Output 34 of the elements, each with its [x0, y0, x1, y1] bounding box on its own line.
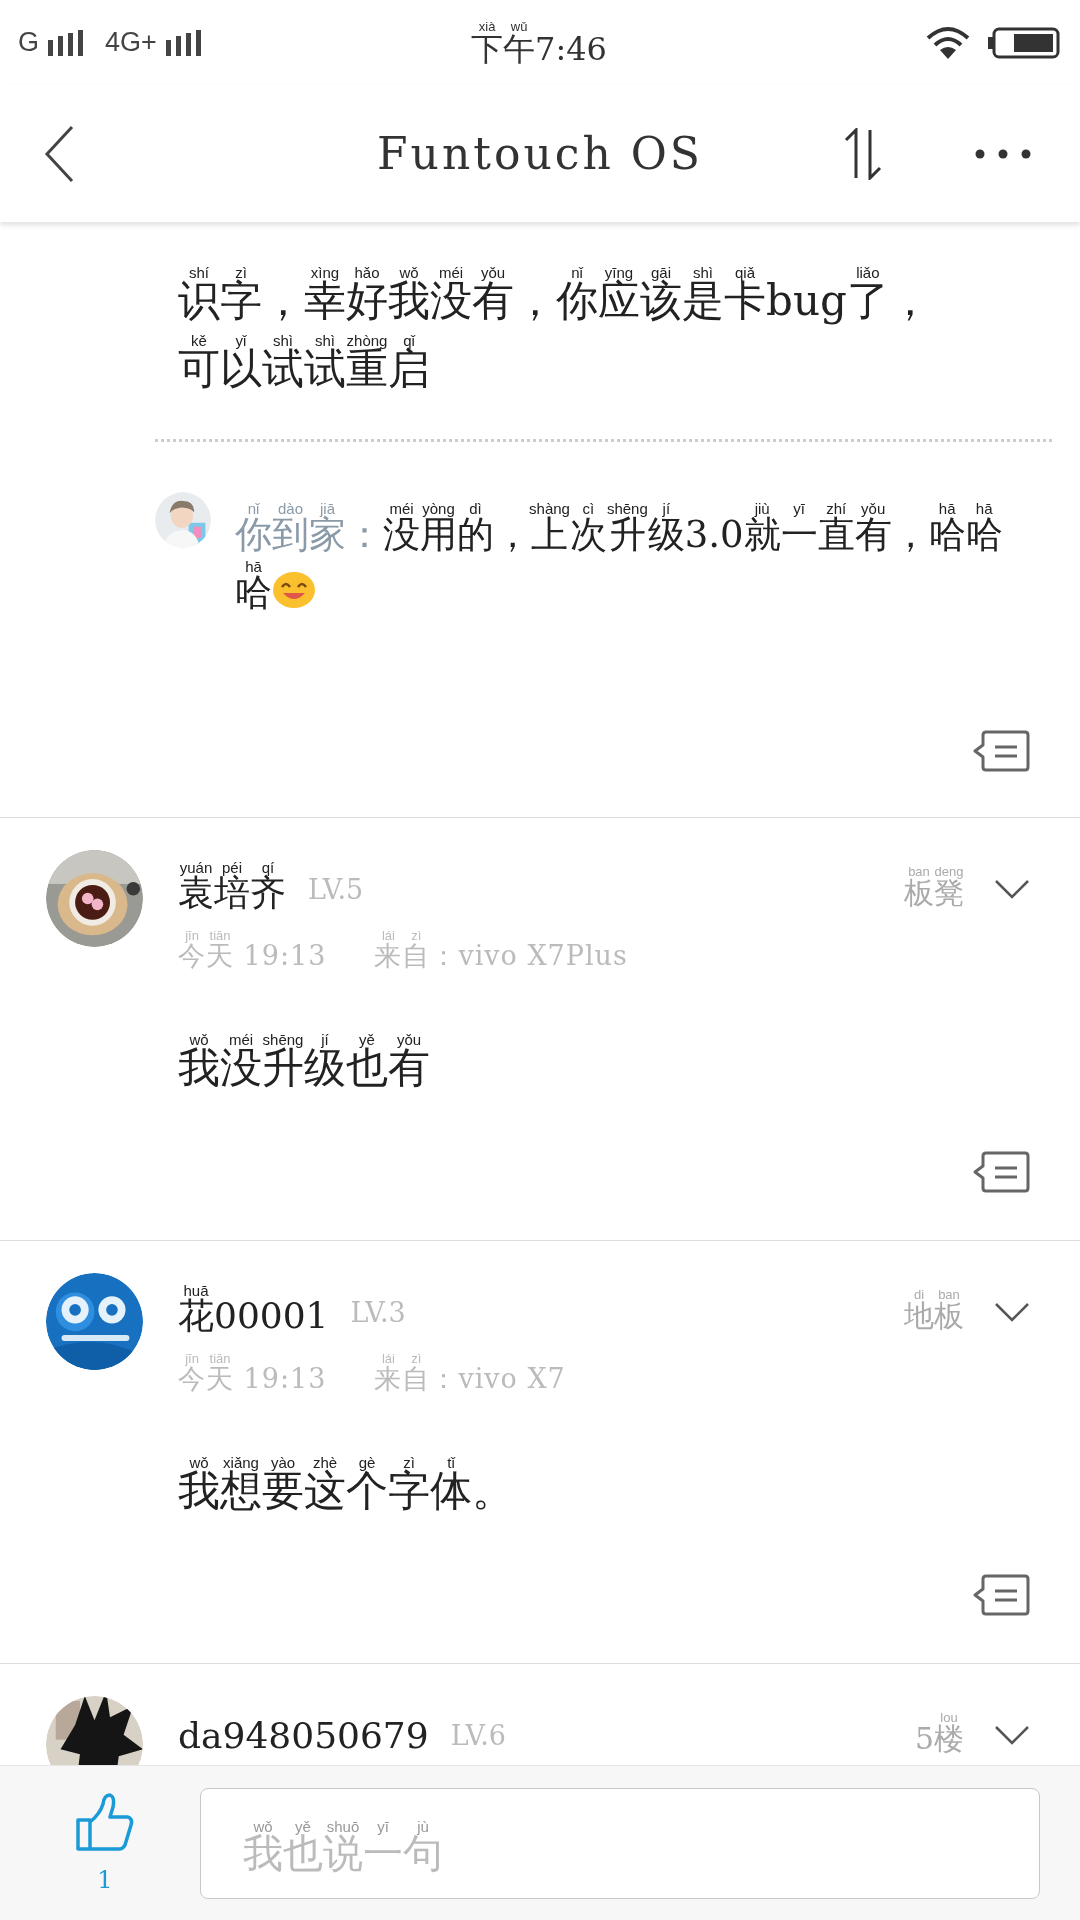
post-source: 来 lái 自 zì ：vivo X7Plus — [374, 929, 628, 973]
wifi-icon — [926, 25, 970, 60]
network-label: 4G+ — [105, 27, 157, 58]
post-time: 今 jīn 天 tiān 19:13 — [178, 929, 327, 973]
comment-icon[interactable] — [972, 1574, 1030, 1616]
user-level: LV.3 — [350, 1296, 406, 1328]
smiley-icon — [272, 569, 316, 609]
username: 花 huā 00001 — [178, 1283, 329, 1338]
user-level: LV.5 — [308, 873, 364, 905]
comment-input-field[interactable]: 我 wǒ 也 yě 说 shuō 一 yī 句 jù — [200, 1787, 1040, 1899]
username: 袁 yuán 培 péi 齐 qí — [178, 860, 286, 915]
comment-icon[interactable] — [972, 1151, 1030, 1193]
comment-text: 识 shí 字 zì ，幸 xìng 好 hǎo 我 wǒ 没 méi 有 yǒu ，你 nǐ 应 yīng 该 gāi 是 shì 卡 qiǎ bug了 liǎo ， 可 kě 以 yǐ 试 shì 试 shì 重 zhòng 启 qǐ — [178, 266, 932, 395]
more-button[interactable] — [974, 147, 1032, 160]
comment-icon[interactable] — [972, 730, 1030, 772]
comment-text: 我 wǒ 想 xiǎng 要 yào 这 zhè 个 gè 字 zì 体 tǐ 。 — [178, 1456, 515, 1517]
floor-label: 板 ban 凳 deng — [904, 864, 964, 912]
battery-icon — [988, 26, 1060, 59]
floor-label: 地 di 板 ban — [904, 1287, 964, 1335]
chevron-down-icon[interactable] — [994, 879, 1030, 899]
sort-button[interactable] — [844, 127, 884, 180]
floor-label: 5楼 lou — [914, 1710, 964, 1758]
comment-text: 我 wǒ 没 méi 升 shēng 级 jí 也 yě 有 yǒu — [178, 1033, 431, 1094]
network-label: G — [18, 27, 39, 58]
clock: 下 xià 午 wǔ 7:46 — [471, 19, 607, 70]
post-time: 今 jīn 天 tiān 19:13 — [178, 1352, 327, 1396]
page-title: Funtouch OS — [377, 128, 703, 179]
post-source: 来 lái 自 zì ：vivo X7 — [374, 1352, 566, 1396]
user-level: LV.6 — [450, 1719, 506, 1751]
like-button[interactable]: 1 — [75, 1792, 135, 1894]
reply-text: 你 nǐ 到 dào 家 jiā ：没 méi 用 yòng 的 dì ，上 shàng 次 cì 升 shēng 级 jí 3.0就 jiù 一 yī 直 zhí 有 yǒu ，哈 hā 哈 hā 哈 hā — [235, 502, 1003, 616]
username: da948050679 — [178, 1714, 429, 1756]
chevron-down-icon[interactable] — [994, 1302, 1030, 1322]
chevron-down-icon[interactable] — [994, 1725, 1030, 1745]
